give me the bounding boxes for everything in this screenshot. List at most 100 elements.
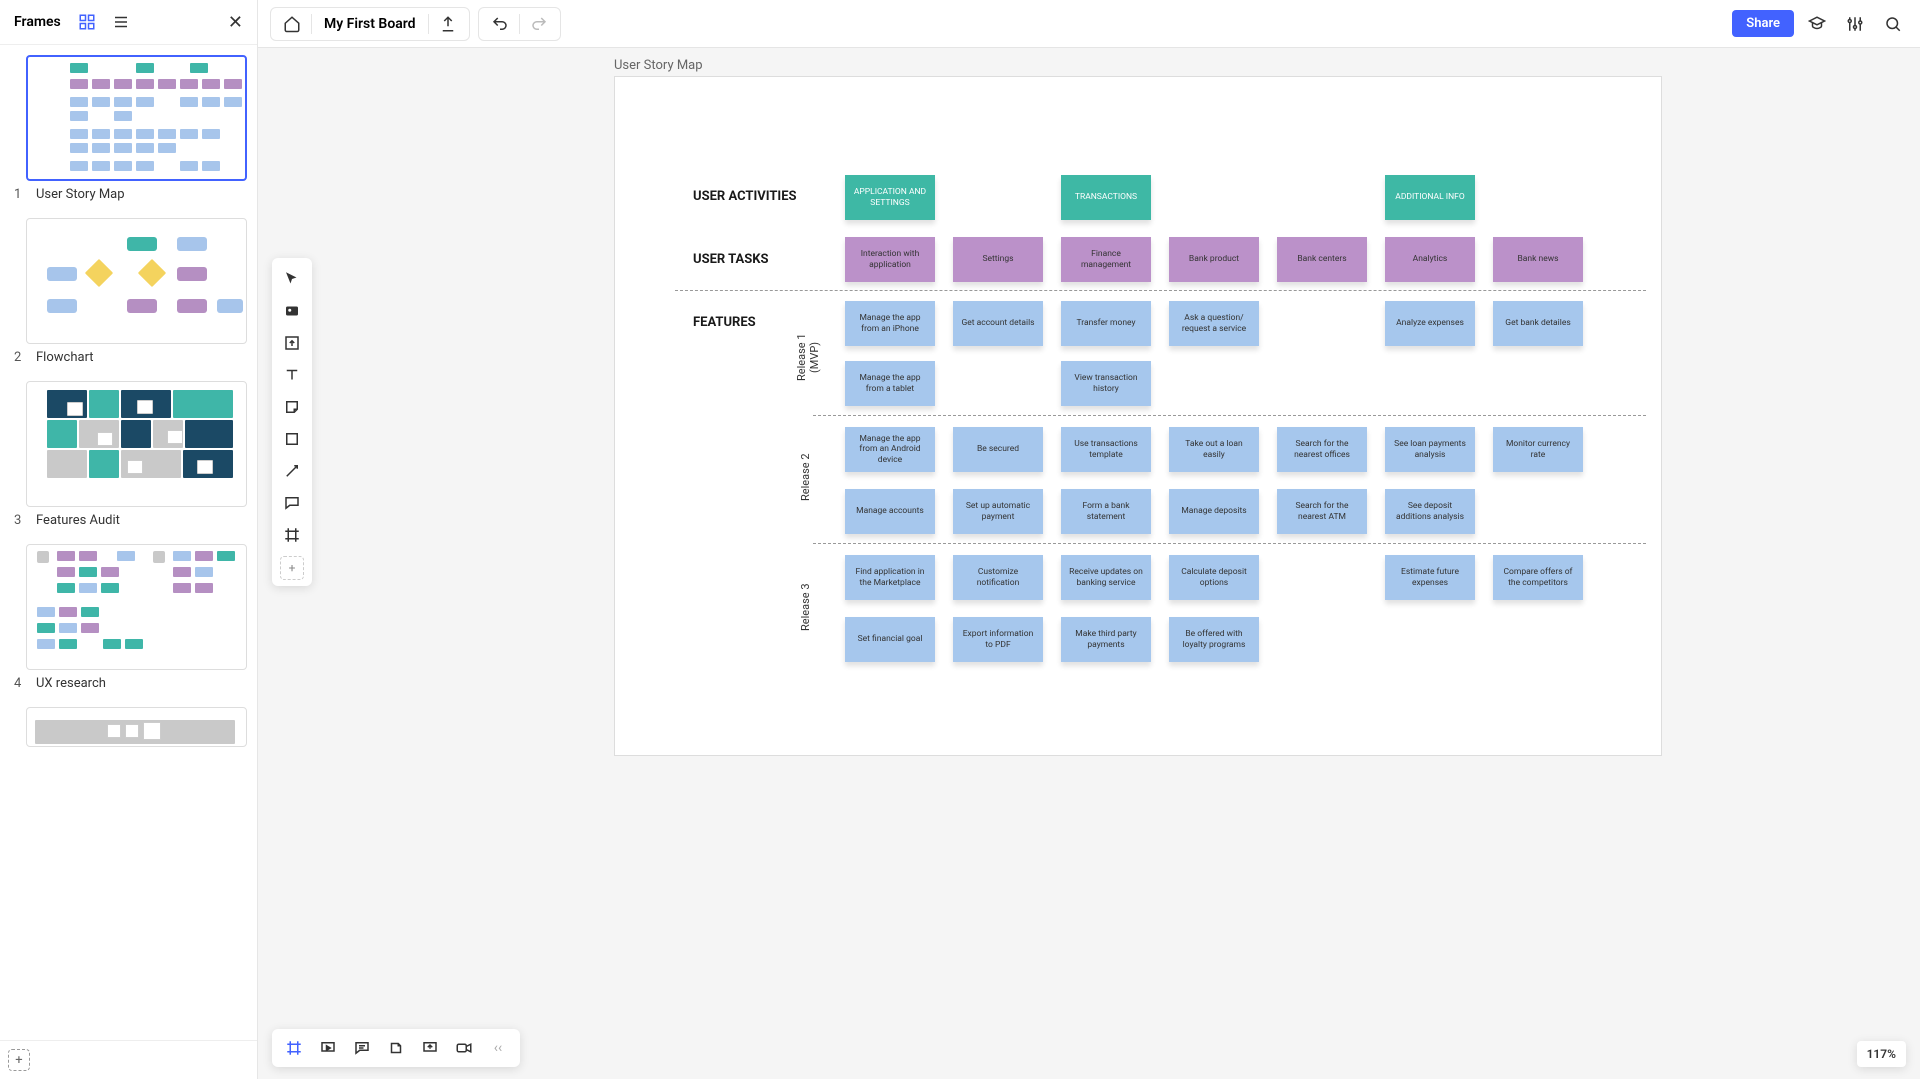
canvas[interactable]: User Story Map USER ACTIVITIES USER TASK…: [258, 48, 1920, 1079]
settings-icon[interactable]: [1840, 9, 1870, 39]
frame-name: User Story Map: [36, 187, 125, 202]
topbar-left-group: My First Board: [270, 7, 470, 41]
frame-thumbnail[interactable]: [26, 544, 247, 670]
frame-title[interactable]: User Story Map: [614, 58, 703, 73]
feature-sticky[interactable]: Receive updates on banking service: [1061, 555, 1151, 600]
frame-tool-icon[interactable]: [276, 520, 308, 550]
feature-sticky[interactable]: View transaction history: [1061, 361, 1151, 406]
feature-sticky[interactable]: Take out a loan easily: [1169, 427, 1259, 472]
frame-number: 2: [14, 350, 24, 365]
feature-sticky[interactable]: Set up automatic payment: [953, 489, 1043, 534]
learn-icon[interactable]: [1802, 9, 1832, 39]
label-release3: Release 3: [799, 567, 812, 647]
sticky-tool-icon[interactable]: [276, 392, 308, 422]
sidebar-header: Frames ✕: [0, 0, 257, 45]
line-tool-icon[interactable]: [276, 456, 308, 486]
label-release2: Release 2: [799, 437, 812, 517]
add-frame-button[interactable]: +: [8, 1049, 30, 1071]
view-toggle: [75, 10, 228, 34]
redo-icon[interactable]: [524, 9, 554, 39]
feature-sticky[interactable]: Set financial goal: [845, 617, 935, 662]
comments-icon[interactable]: [346, 1033, 378, 1063]
frames-sidebar: Frames ✕: [0, 0, 258, 1079]
collapse-icon[interactable]: ‹‹: [482, 1033, 514, 1063]
frame-item[interactable]: 3 Features Audit: [10, 381, 247, 528]
main-area: My First Board Share: [258, 0, 1920, 1079]
activity-sticky[interactable]: TRANSACTIONS: [1061, 175, 1151, 220]
screen-share-icon[interactable]: [414, 1033, 446, 1063]
task-sticky[interactable]: Analytics: [1385, 237, 1475, 282]
task-sticky[interactable]: Bank centers: [1277, 237, 1367, 282]
feature-sticky[interactable]: Find application in the Marketplace: [845, 555, 935, 600]
feature-sticky[interactable]: Compare offers of the competitors: [1493, 555, 1583, 600]
search-icon[interactable]: [1878, 9, 1908, 39]
feature-sticky[interactable]: Ask a question/ request a service: [1169, 301, 1259, 346]
board-name[interactable]: My First Board: [316, 16, 424, 32]
shape-tool-icon[interactable]: [276, 424, 308, 454]
feature-sticky[interactable]: Estimate future expenses: [1385, 555, 1475, 600]
present-icon[interactable]: [312, 1033, 344, 1063]
feature-sticky[interactable]: Form a bank statement: [1061, 489, 1151, 534]
export-icon[interactable]: [433, 9, 463, 39]
feature-sticky[interactable]: Search for the nearest offices: [1277, 427, 1367, 472]
grid-view-icon[interactable]: [75, 10, 99, 34]
feature-sticky[interactable]: Customize notification: [953, 555, 1043, 600]
text-tool-icon[interactable]: [276, 360, 308, 390]
frame-name: Flowchart: [36, 350, 94, 365]
divider: [813, 543, 1646, 544]
feature-sticky[interactable]: Make third party payments: [1061, 617, 1151, 662]
select-tool-icon[interactable]: [276, 264, 308, 294]
feature-sticky[interactable]: Get bank detailes: [1493, 301, 1583, 346]
feature-sticky[interactable]: Calculate deposit options: [1169, 555, 1259, 600]
share-button[interactable]: Share: [1732, 10, 1794, 37]
more-tools-icon[interactable]: +: [280, 556, 304, 580]
frame-item[interactable]: 4 UX research: [10, 544, 247, 691]
sidebar-footer: +: [0, 1040, 257, 1079]
frames-nav-icon[interactable]: [278, 1033, 310, 1063]
task-sticky[interactable]: Interaction with application: [845, 237, 935, 282]
frames-list[interactable]: 1 User Story Map: [0, 45, 257, 1040]
feature-sticky[interactable]: Manage the app from a tablet: [845, 361, 935, 406]
feature-sticky[interactable]: Manage the app from an Android device: [845, 427, 935, 472]
feature-sticky[interactable]: Monitor currency rate: [1493, 427, 1583, 472]
templates-tool-icon[interactable]: [276, 296, 308, 326]
home-icon[interactable]: [277, 9, 307, 39]
feature-sticky[interactable]: Manage deposits: [1169, 489, 1259, 534]
frame-thumbnail[interactable]: [26, 55, 247, 181]
list-view-icon[interactable]: [109, 10, 133, 34]
activity-sticky[interactable]: ADDITIONAL INFO: [1385, 175, 1475, 220]
feature-sticky[interactable]: Search for the nearest ATM: [1277, 489, 1367, 534]
feature-sticky[interactable]: Export information to PDF: [953, 617, 1043, 662]
close-sidebar-icon[interactable]: ✕: [228, 12, 243, 33]
feature-sticky[interactable]: Be offered with loyalty programs: [1169, 617, 1259, 662]
task-sticky[interactable]: Finance management: [1061, 237, 1151, 282]
notes-icon[interactable]: [380, 1033, 412, 1063]
undo-icon[interactable]: [485, 9, 515, 39]
feature-sticky[interactable]: Analyze expenses: [1385, 301, 1475, 346]
frame-item[interactable]: [10, 707, 247, 747]
feature-sticky[interactable]: See loan payments analysis: [1385, 427, 1475, 472]
label-activities: USER ACTIVITIES: [693, 189, 797, 204]
activity-sticky[interactable]: APPLICATION AND SETTINGS: [845, 175, 935, 220]
upload-tool-icon[interactable]: [276, 328, 308, 358]
frame-canvas[interactable]: USER ACTIVITIES USER TASKS FEATURES Rele…: [614, 76, 1662, 756]
frame-item[interactable]: 2 Flowchart: [10, 218, 247, 365]
frame-thumbnail[interactable]: [26, 218, 247, 344]
task-sticky[interactable]: Settings: [953, 237, 1043, 282]
zoom-level[interactable]: 117%: [1857, 1041, 1906, 1067]
feature-sticky[interactable]: Manage accounts: [845, 489, 935, 534]
video-icon[interactable]: [448, 1033, 480, 1063]
task-sticky[interactable]: Bank news: [1493, 237, 1583, 282]
feature-sticky[interactable]: Manage the app from an iPhone: [845, 301, 935, 346]
feature-sticky[interactable]: Transfer money: [1061, 301, 1151, 346]
frame-thumbnail[interactable]: [26, 381, 247, 507]
comment-tool-icon[interactable]: [276, 488, 308, 518]
feature-sticky[interactable]: Be secured: [953, 427, 1043, 472]
frame-number: 3: [14, 513, 24, 528]
feature-sticky[interactable]: Get account details: [953, 301, 1043, 346]
frame-thumbnail[interactable]: [26, 707, 247, 747]
feature-sticky[interactable]: See deposit additions analysis: [1385, 489, 1475, 534]
task-sticky[interactable]: Bank product: [1169, 237, 1259, 282]
feature-sticky[interactable]: Use transactions template: [1061, 427, 1151, 472]
frame-item[interactable]: 1 User Story Map: [10, 55, 247, 202]
